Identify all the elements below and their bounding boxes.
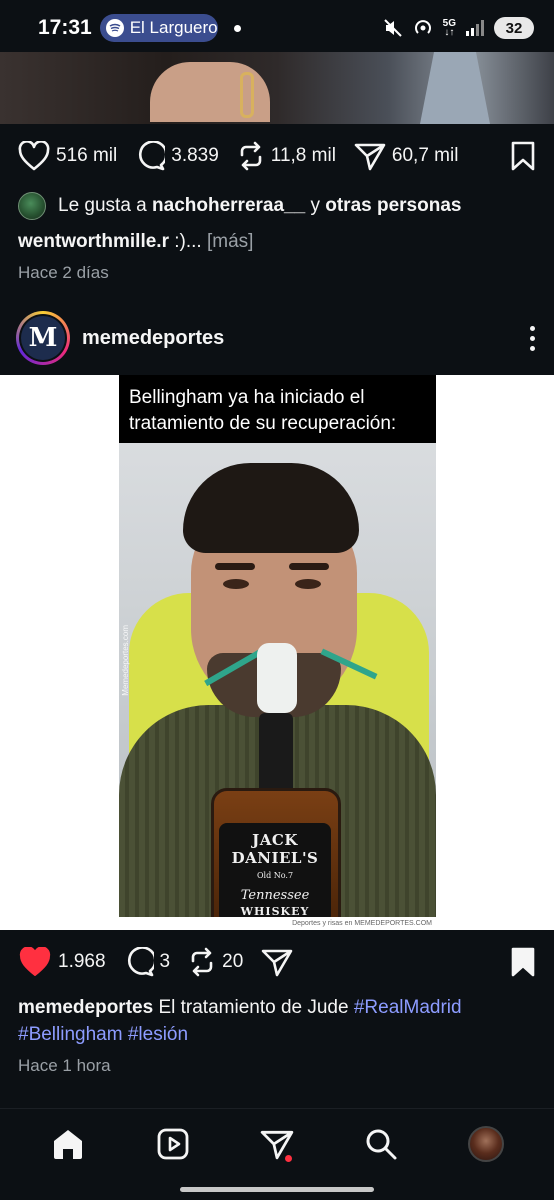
- more-options-icon[interactable]: [526, 325, 538, 351]
- avatar-border: M: [19, 314, 67, 362]
- bookmark-filled-icon: [511, 947, 535, 977]
- liker-username[interactable]: nachoherreraa__: [152, 195, 305, 216]
- comment-icon: [127, 947, 154, 977]
- heart-icon: [18, 141, 50, 171]
- network-type: 5G ↓↑: [442, 18, 456, 38]
- clock: 17:31: [38, 16, 92, 39]
- image-detail: [223, 579, 249, 589]
- bottle-label: JACK DANIEL'S Old No.7 Tennessee WHISKEY: [219, 823, 331, 917]
- search-icon: [366, 1129, 397, 1159]
- share-button[interactable]: [261, 947, 293, 977]
- reels-icon: [157, 1128, 188, 1159]
- repost-icon: [191, 947, 213, 977]
- hashtag-link[interactable]: #RealMadrid: [354, 997, 462, 1018]
- meme-photo: JACK DANIEL'S Old No.7 Tennessee WHISKEY: [119, 443, 436, 917]
- image-detail: [183, 463, 359, 553]
- profile-avatar: [467, 1125, 504, 1162]
- nav-home[interactable]: [43, 1119, 93, 1169]
- send-icon: [261, 949, 293, 977]
- signal-icon: [466, 20, 484, 36]
- media-playback-pill[interactable]: El Larguero: [99, 14, 218, 42]
- post-caption: memedeportes El tratamiento de Jude #Rea…: [18, 994, 538, 1048]
- status-icons: 5G ↓↑ 32: [383, 17, 534, 39]
- like-count: 516 mil: [56, 145, 118, 166]
- image-detail: [257, 643, 297, 713]
- hashtag-link[interactable]: #lesión: [128, 1024, 188, 1045]
- bottle-number: Old No.7: [256, 871, 294, 880]
- more-link[interactable]: [más]: [207, 231, 253, 252]
- post-username[interactable]: memedeportes: [82, 327, 224, 350]
- liked-by-row[interactable]: Le gusta a nachoherreraa__ y otras perso…: [18, 192, 461, 220]
- previous-post-actions: 516 mil 3.839 11,8 mil 60,7 mil: [0, 132, 554, 180]
- comment-count: 3: [159, 951, 171, 972]
- caption-username[interactable]: wentworthmille.r: [18, 231, 169, 252]
- spotify-icon: [105, 19, 124, 37]
- comment-button[interactable]: 3: [124, 947, 171, 977]
- liker-avatar: [18, 192, 46, 220]
- unread-dot: [284, 1154, 292, 1162]
- save-button[interactable]: [510, 141, 536, 171]
- bottom-nav: [0, 1108, 554, 1178]
- bookmark-icon: [511, 141, 535, 171]
- image-detail: [295, 579, 321, 589]
- media-label: El Larguero: [129, 18, 218, 37]
- bottle-brand: JACK DANIEL'S: [231, 831, 319, 867]
- mute-icon: [383, 19, 402, 37]
- post-actions: 1.968 3 20: [0, 938, 554, 986]
- nav-search[interactable]: [356, 1119, 406, 1169]
- send-icon: [354, 143, 386, 171]
- image-detail: [240, 72, 254, 118]
- post-timestamp: Hace 2 días: [18, 263, 109, 282]
- hashtag-link[interactable]: #Bellingham: [18, 1024, 123, 1045]
- repost-count: 11,8 mil: [270, 145, 336, 166]
- meme-caption: Bellingham ya ha iniciado el tratamiento…: [119, 375, 436, 443]
- notification-dot-icon: [233, 24, 241, 32]
- image-detail: [259, 713, 293, 793]
- comment-count: 3.839: [171, 145, 219, 166]
- repost-count: 20: [222, 951, 244, 972]
- hotspot-icon: [414, 20, 431, 34]
- meme-watermark: Memedeportes.com: [121, 625, 130, 696]
- like-count: 1.968: [58, 951, 106, 972]
- nav-profile[interactable]: [461, 1119, 511, 1169]
- comment-button[interactable]: 3.839: [135, 141, 219, 171]
- heart-filled-icon: [19, 947, 51, 976]
- image-detail: [289, 563, 329, 570]
- bottle-region: Tennessee: [240, 888, 310, 903]
- story-avatar[interactable]: M: [16, 311, 70, 365]
- liked-by-text: Le gusta a nachoherreraa__ y otras perso…: [58, 195, 462, 216]
- status-bar: 17:31 El Larguero 5G ↓↑ 32: [0, 0, 554, 56]
- nav-messages[interactable]: [252, 1119, 302, 1169]
- repost-button[interactable]: 11,8 mil: [237, 141, 336, 171]
- nav-reels[interactable]: [148, 1119, 198, 1169]
- share-count: 60,7 mil: [391, 145, 459, 166]
- post-header: M memedeportes: [16, 310, 538, 366]
- like-button[interactable]: 1.968: [18, 947, 106, 977]
- meme-footer: Deportes y risas en MEMEDEPORTES.COM: [119, 917, 436, 930]
- home-indicator[interactable]: [180, 1187, 374, 1192]
- image-detail: [420, 52, 490, 124]
- bottle-type: WHISKEY: [240, 905, 310, 917]
- save-button[interactable]: [510, 947, 536, 977]
- post-image[interactable]: Bellingham ya ha iniciado el tratamiento…: [0, 375, 554, 930]
- share-button[interactable]: 60,7 mil: [354, 141, 459, 171]
- comment-icon: [139, 141, 166, 171]
- repost-icon: [240, 141, 262, 171]
- caption-text: :)...: [174, 231, 202, 252]
- caption-text: El tratamiento de Jude: [158, 997, 349, 1018]
- image-detail: [215, 563, 255, 570]
- previous-post-caption: wentworthmille.r :)... [más]: [18, 228, 538, 255]
- previous-post-image[interactable]: [0, 52, 554, 124]
- caption-username[interactable]: memedeportes: [18, 997, 153, 1018]
- repost-button[interactable]: 20: [188, 947, 243, 977]
- post-timestamp: Hace 1 hora: [18, 1056, 111, 1075]
- like-button[interactable]: 516 mil: [18, 141, 117, 171]
- others-link[interactable]: otras personas: [325, 195, 461, 216]
- battery-indicator: 32: [494, 17, 534, 39]
- home-icon: [54, 1129, 83, 1159]
- memedeportes-logo: M: [21, 316, 65, 360]
